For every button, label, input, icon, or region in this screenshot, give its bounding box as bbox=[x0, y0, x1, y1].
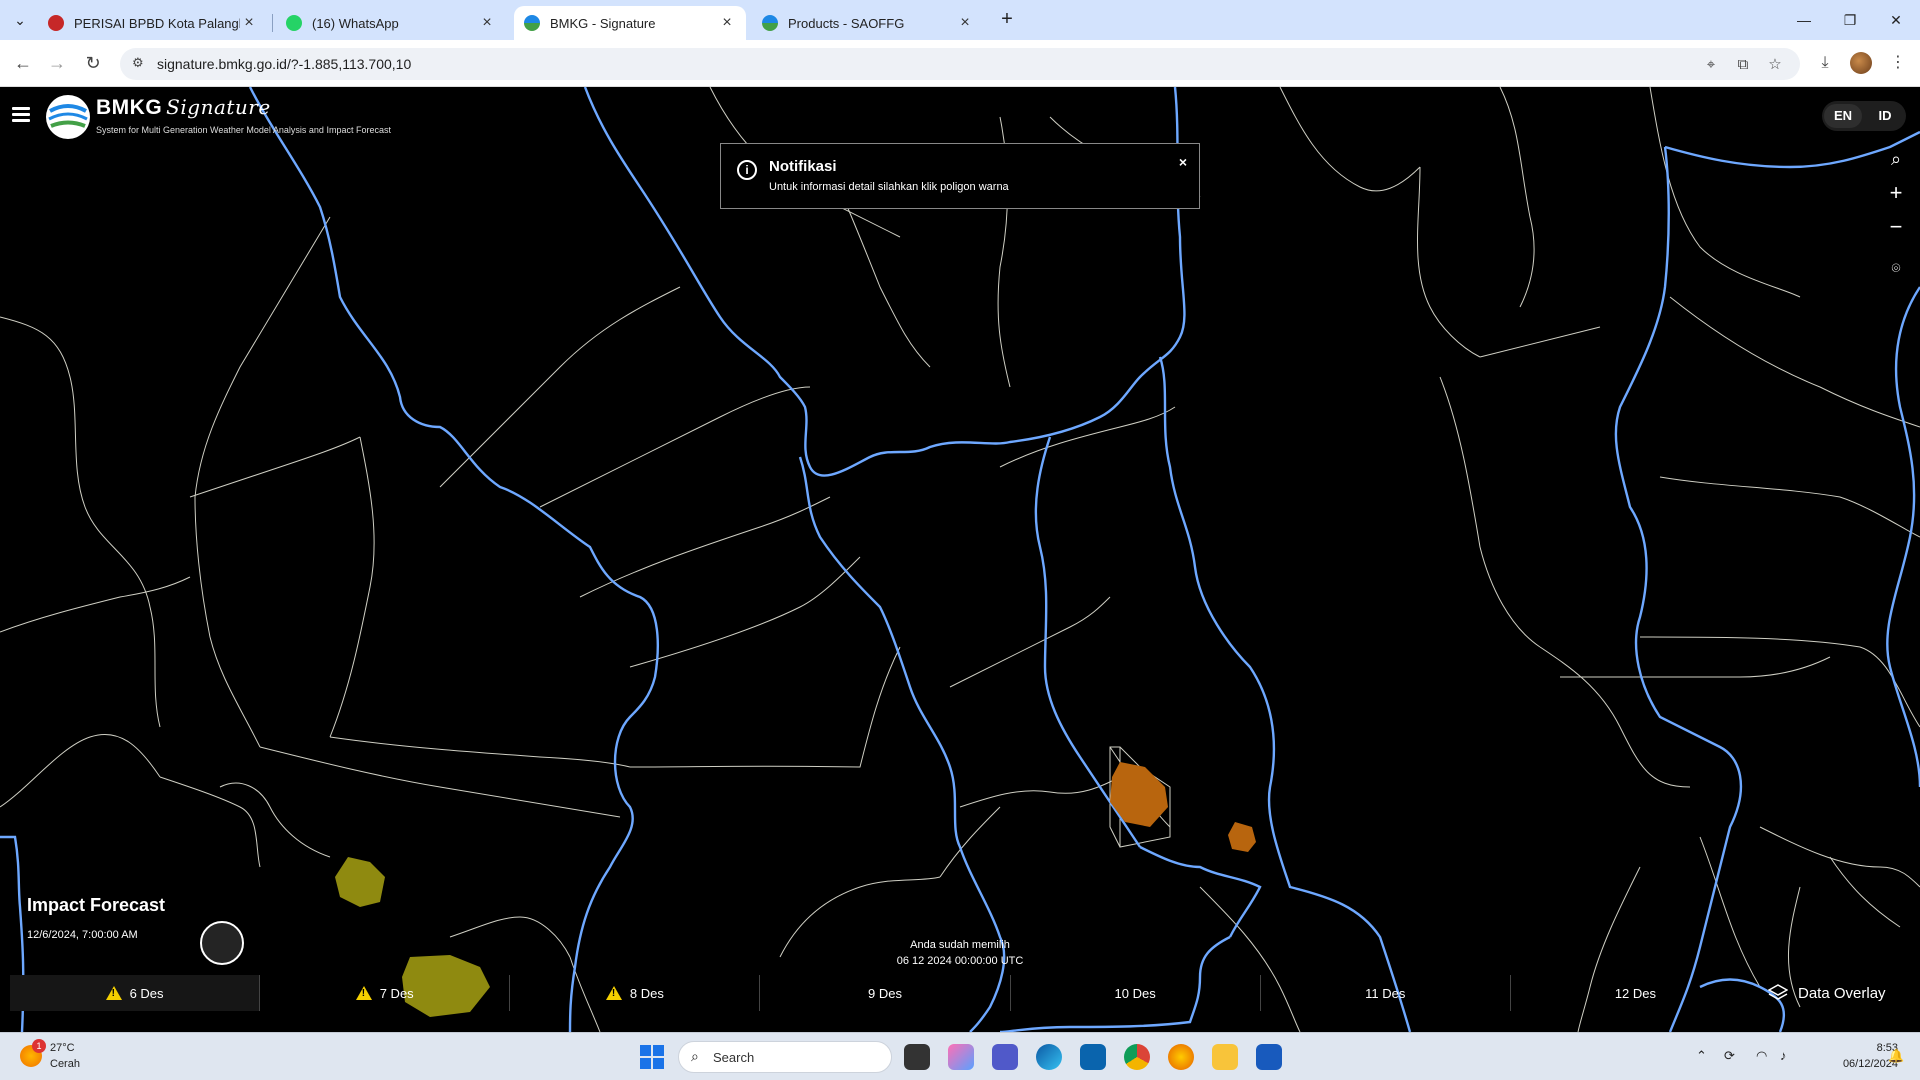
reload-icon[interactable]: ↻ bbox=[80, 50, 106, 76]
notification-bell-icon[interactable]: 🔔 bbox=[1888, 1048, 1904, 1064]
whatsapp-favicon-icon bbox=[286, 15, 302, 31]
data-overlay-button[interactable]: Data Overlay bbox=[1768, 975, 1886, 1011]
day-tab-7-des[interactable]: 7 Des bbox=[260, 975, 511, 1011]
language-switcher: EN ID bbox=[1822, 101, 1906, 131]
day-tab-9-des[interactable]: 9 Des bbox=[760, 975, 1011, 1011]
sync-icon[interactable]: ⟳ bbox=[1724, 1048, 1735, 1064]
impact-forecast-title: Impact Forecast bbox=[27, 895, 166, 915]
saoffg-favicon-icon bbox=[762, 15, 778, 31]
notification-panel: i Notifikasi Untuk informasi detail sila… bbox=[720, 143, 1200, 209]
profile-avatar[interactable] bbox=[1850, 52, 1872, 74]
start-windows-icon[interactable] bbox=[640, 1045, 664, 1069]
back-arrow-icon[interactable]: ← bbox=[10, 50, 36, 76]
tab-bmkg-signature[interactable]: BMKG - Signature × bbox=[514, 6, 746, 40]
close-icon[interactable]: × bbox=[478, 14, 496, 32]
tab-products-saoffg[interactable]: Products - SAOFFG × bbox=[752, 6, 984, 40]
install-app-icon[interactable]: ⧉ bbox=[1732, 54, 1754, 76]
map-search-icon[interactable]: ⌕ bbox=[1884, 147, 1908, 171]
outlook-icon[interactable] bbox=[1080, 1044, 1106, 1070]
address-bar[interactable]: ⚙ signature.bmkg.go.id/?-1.885,113.700,1… bbox=[120, 48, 1800, 80]
impact-forecast-date: 12/6/2024, 7:00:00 AM bbox=[27, 929, 138, 941]
taskbar-search-input[interactable]: ⌕ Search bbox=[678, 1041, 892, 1073]
new-tab-button[interactable]: + bbox=[994, 8, 1020, 32]
day-tab-12-des[interactable]: 12 Des bbox=[1511, 975, 1760, 1011]
tab-divider bbox=[272, 14, 273, 32]
locate-pin-icon[interactable]: ⌾ bbox=[1884, 257, 1908, 281]
brand-subtitle: System for Multi Generation Weather Mode… bbox=[96, 125, 391, 135]
notification-close-button[interactable]: × bbox=[1179, 154, 1187, 170]
kebab-menu-icon[interactable]: ⋮ bbox=[1886, 51, 1910, 75]
weather-temp[interactable]: 27°C bbox=[50, 1042, 75, 1054]
close-icon[interactable]: × bbox=[718, 14, 736, 32]
day-timeline: 6 Des 7 Des 8 Des 9 Des 10 Des 11 Des 12… bbox=[10, 975, 1760, 1011]
browser-toolbar: ← → ↻ ⚙ signature.bmkg.go.id/?-1.885,113… bbox=[0, 40, 1920, 87]
forward-arrow-icon[interactable]: → bbox=[44, 50, 70, 76]
tab-search-chevron-icon[interactable]: ⌄ bbox=[6, 8, 34, 32]
warning-icon bbox=[605, 986, 622, 1000]
restore-icon[interactable]: ❐ bbox=[1830, 8, 1870, 32]
notification-body: Untuk informasi detail silahkan klik pol… bbox=[769, 181, 1009, 193]
chrome-icon[interactable] bbox=[1124, 1044, 1150, 1070]
site-settings-icon[interactable]: ⚙ bbox=[132, 55, 150, 73]
impact-map[interactable]: BMKG Signature System for Multi Generatio… bbox=[0, 87, 1920, 1032]
download-icon[interactable]: ⤓ bbox=[1813, 51, 1837, 75]
day-tab-6-des[interactable]: 6 Des bbox=[10, 975, 261, 1011]
selected-time-note: Anda sudah memilih 06 12 2024 00:00:00 U… bbox=[896, 939, 1024, 967]
timeline-play-button[interactable] bbox=[200, 921, 244, 965]
major-boundaries bbox=[0, 87, 1920, 1032]
browser-tab-bar: ⌄ PERISAI BPBD Kota Palangka Ra × (16) W… bbox=[0, 0, 1920, 40]
minimize-icon[interactable]: — bbox=[1784, 8, 1824, 32]
task-view-icon[interactable] bbox=[904, 1044, 930, 1070]
minor-boundaries bbox=[0, 87, 1920, 1032]
lang-id-button[interactable]: ID bbox=[1866, 104, 1904, 128]
file-explorer-icon[interactable] bbox=[1212, 1044, 1238, 1070]
location-pin-icon[interactable]: ⌖ bbox=[1700, 54, 1722, 76]
layers-icon bbox=[1768, 984, 1788, 1000]
edge-icon[interactable] bbox=[1036, 1044, 1062, 1070]
brand-title: BMKG Signature bbox=[96, 95, 271, 119]
bookmark-star-icon[interactable]: ☆ bbox=[1764, 54, 1786, 76]
word-icon[interactable] bbox=[1256, 1044, 1282, 1070]
weather-badge: 1 bbox=[32, 1039, 46, 1053]
window-close-icon[interactable]: ✕ bbox=[1876, 8, 1916, 32]
perisai-favicon-icon bbox=[48, 15, 64, 31]
zoom-out-icon[interactable]: − bbox=[1884, 215, 1908, 239]
map-boundaries bbox=[0, 87, 1920, 1032]
close-icon[interactable]: × bbox=[240, 14, 258, 32]
day-tab-8-des[interactable]: 8 Des bbox=[510, 975, 761, 1011]
wifi-icon[interactable]: ◠ bbox=[1756, 1048, 1767, 1064]
firefox-icon[interactable] bbox=[1168, 1044, 1194, 1070]
tray-chevron-up-icon[interactable]: ⌃ bbox=[1696, 1048, 1707, 1064]
windows-taskbar: 1 27°C Cerah ⌕ Search ⌃ ⟳ ◠ ♪ 8:53 06/12… bbox=[0, 1032, 1920, 1080]
impact-polygon-yellow-1[interactable] bbox=[335, 857, 385, 907]
url-text[interactable]: signature.bmkg.go.id/?-1.885,113.700,10 bbox=[157, 56, 411, 72]
search-icon: ⌕ bbox=[691, 1048, 699, 1064]
lang-en-button[interactable]: EN bbox=[1824, 104, 1862, 128]
day-tab-10-des[interactable]: 10 Des bbox=[1011, 975, 1261, 1011]
tab-whatsapp[interactable]: (16) WhatsApp × bbox=[276, 6, 506, 40]
hamburger-menu-icon[interactable] bbox=[12, 107, 30, 123]
info-icon: i bbox=[737, 160, 757, 180]
warning-icon bbox=[355, 986, 372, 1000]
tab-perisai[interactable]: PERISAI BPBD Kota Palangka Ra × bbox=[38, 6, 268, 40]
day-tab-11-des[interactable]: 11 Des bbox=[1261, 975, 1511, 1011]
impact-polygon-orange-1[interactable] bbox=[1110, 762, 1168, 827]
warning-icon bbox=[105, 986, 122, 1000]
zoom-in-icon[interactable]: + bbox=[1884, 181, 1908, 205]
bmkg-favicon-icon bbox=[524, 15, 540, 31]
close-icon[interactable]: × bbox=[956, 14, 974, 32]
impact-polygon-orange-2[interactable] bbox=[1228, 822, 1256, 852]
notification-title: Notifikasi bbox=[769, 158, 837, 175]
copilot-icon[interactable] bbox=[948, 1044, 974, 1070]
volume-icon[interactable]: ♪ bbox=[1780, 1048, 1787, 1063]
bmkg-logo-icon bbox=[46, 95, 90, 139]
teams-icon[interactable] bbox=[992, 1044, 1018, 1070]
weather-condition[interactable]: Cerah bbox=[50, 1058, 80, 1070]
